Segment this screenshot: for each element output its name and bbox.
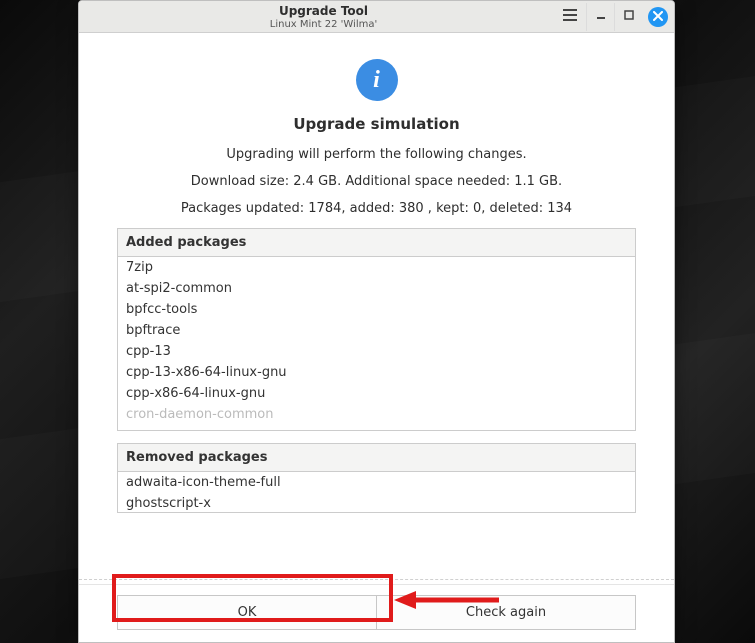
list-item: at-spi2-common bbox=[118, 278, 635, 299]
close-icon bbox=[653, 10, 663, 24]
titlebar: Upgrade Tool Linux Mint 22 'Wilma' bbox=[79, 1, 674, 33]
list-item: cpp-13 bbox=[118, 341, 635, 362]
list-item: cpp-13-x86-64-linux-gnu bbox=[118, 362, 635, 383]
list-item: adwaita-icon-theme-full bbox=[118, 472, 635, 493]
upgrade-tool-window: Upgrade Tool Linux Mint 22 'Wilma' bbox=[78, 0, 675, 643]
maximize-button[interactable] bbox=[614, 3, 642, 31]
dialog-heading: Upgrade simulation bbox=[117, 115, 636, 133]
titlebar-controls bbox=[556, 3, 668, 31]
check-again-button[interactable]: Check again bbox=[377, 595, 636, 630]
title-block: Upgrade Tool Linux Mint 22 'Wilma' bbox=[91, 2, 556, 30]
added-packages-header: Added packages bbox=[118, 229, 635, 257]
list-item: cpp-x86-64-linux-gnu bbox=[118, 383, 635, 404]
added-packages-list[interactable]: 7zip at-spi2-common bpfcc-tools bpftrace… bbox=[118, 257, 635, 430]
removed-packages-list[interactable]: adwaita-icon-theme-full ghostscript-x bbox=[118, 472, 635, 512]
list-item: bpfcc-tools bbox=[118, 299, 635, 320]
changes-text: Upgrading will perform the following cha… bbox=[117, 147, 636, 162]
list-item: bpftrace bbox=[118, 320, 635, 341]
app-subtitle: Linux Mint 22 'Wilma' bbox=[91, 19, 556, 31]
footer-separator bbox=[79, 579, 674, 580]
package-counts-text: Packages updated: 1784, added: 380 , kep… bbox=[117, 201, 636, 216]
footer-buttons: OK Check again bbox=[79, 584, 674, 642]
ok-button[interactable]: OK bbox=[117, 595, 377, 630]
window-body: i Upgrade simulation Upgrading will perf… bbox=[79, 33, 674, 642]
removed-packages-header: Removed packages bbox=[118, 444, 635, 472]
list-item: 7zip bbox=[118, 257, 635, 278]
hamburger-icon bbox=[563, 9, 577, 25]
minimize-icon bbox=[595, 9, 607, 25]
close-button[interactable] bbox=[648, 7, 668, 27]
removed-packages-section: Removed packages adwaita-icon-theme-full… bbox=[117, 443, 636, 513]
hamburger-menu-button[interactable] bbox=[556, 3, 584, 31]
app-title: Upgrade Tool bbox=[91, 4, 556, 18]
minimize-button[interactable] bbox=[586, 3, 614, 31]
list-item-truncated: cron-daemon-common bbox=[118, 404, 635, 425]
download-size-text: Download size: 2.4 GB. Additional space … bbox=[117, 174, 636, 189]
maximize-icon bbox=[623, 9, 635, 25]
added-packages-section: Added packages 7zip at-spi2-common bpfcc… bbox=[117, 228, 636, 431]
list-item: ghostscript-x bbox=[118, 493, 635, 512]
info-icon: i bbox=[356, 59, 398, 101]
